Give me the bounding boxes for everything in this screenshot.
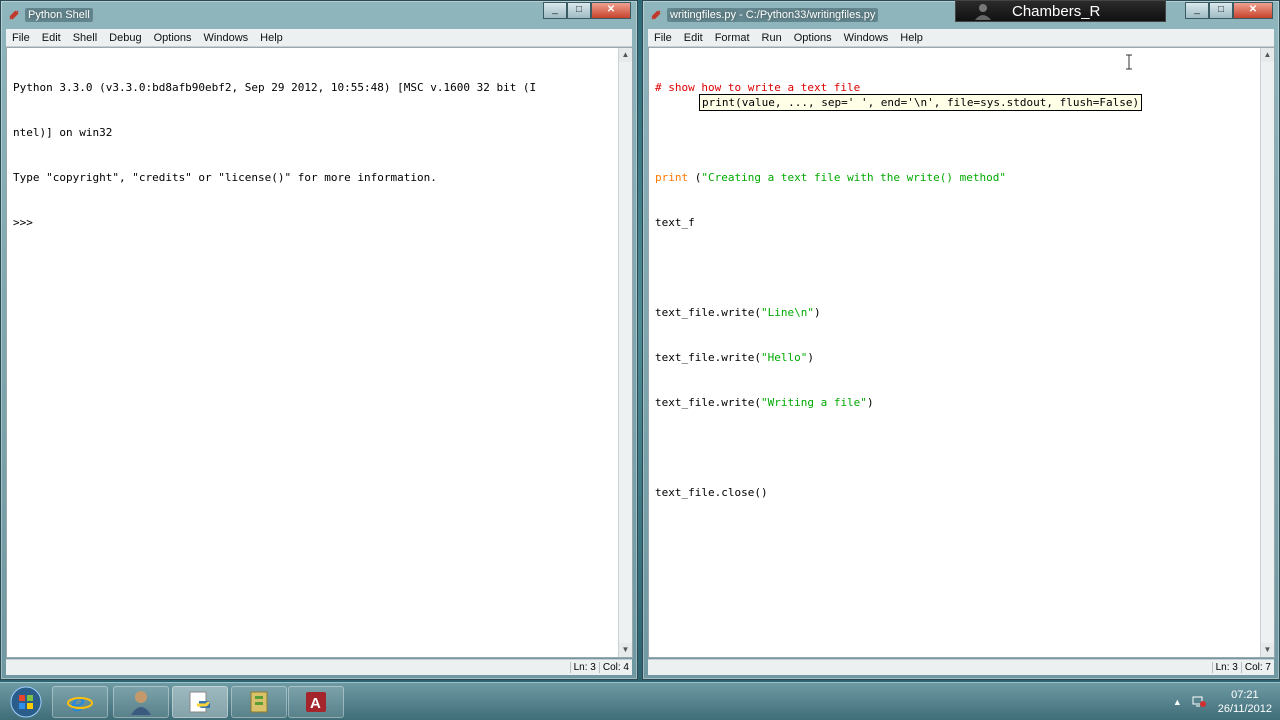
- user-avatar-icon: [968, 1, 998, 21]
- maximize-icon[interactable]: □: [1209, 2, 1233, 19]
- menu-help[interactable]: Help: [254, 32, 289, 44]
- minimize-icon[interactable]: _: [1185, 2, 1209, 19]
- network-icon[interactable]: [1192, 694, 1206, 711]
- code-paren: (: [688, 171, 702, 184]
- user-accounts-icon: [131, 691, 151, 715]
- internet-explorer-taskbar-button[interactable]: e: [52, 686, 108, 718]
- menu-file[interactable]: File: [648, 32, 678, 44]
- editor-code: # show how to write a text file print ("…: [655, 50, 1006, 530]
- editor-title: writingfiles.py - C:/Python33/writingfil…: [667, 8, 879, 22]
- minimize-icon[interactable]: _: [543, 2, 567, 19]
- shell-titlebar[interactable]: Python Shell _ □ ✕: [1, 1, 637, 29]
- code-text: text_f: [655, 216, 695, 229]
- user-name: Chambers_R: [1012, 2, 1101, 20]
- code-line: text_file.write("Writing a file"): [655, 395, 1006, 410]
- menu-options[interactable]: Options: [788, 32, 838, 44]
- code-line: text_file.close(): [655, 485, 1006, 500]
- internet-explorer-icon: e: [67, 689, 93, 715]
- code-line: # show how to write a text file: [655, 80, 1006, 95]
- maximize-icon[interactable]: □: [567, 2, 591, 19]
- show-hidden-icons-icon[interactable]: ▲: [1173, 697, 1182, 707]
- shell-line: Type "copyright", "credits" or "license(…: [13, 171, 437, 184]
- scroll-up-icon[interactable]: ▲: [619, 48, 632, 62]
- clock-date: 26/11/2012: [1217, 703, 1272, 715]
- code-string: "Hello": [760, 351, 808, 364]
- code-text: ): [866, 396, 874, 409]
- shell-statusbar: Ln: 3 Col: 4: [6, 659, 632, 675]
- status-column: Col: 7: [1240, 662, 1274, 673]
- shell-prompt: >>>: [13, 216, 40, 229]
- shell-menubar: File Edit Shell Debug Options Windows He…: [6, 29, 632, 47]
- editor-menubar: File Edit Format Run Options Windows Hel…: [648, 29, 1274, 47]
- status-line: Ln: 3: [1211, 662, 1241, 673]
- menu-shell[interactable]: Shell: [67, 32, 103, 44]
- status-column: Col: 4: [598, 662, 632, 673]
- svg-text:A: A: [310, 695, 321, 712]
- editor-statusbar: Ln: 3 Col: 7: [648, 659, 1274, 675]
- code-line: text_f: [655, 215, 1006, 230]
- code-string: "Creating a text file with the write() m…: [701, 171, 1007, 184]
- user-badge: Chambers_R: [955, 0, 1166, 22]
- scroll-down-icon[interactable]: ▼: [619, 643, 632, 657]
- start-button[interactable]: [6, 685, 46, 719]
- menu-file[interactable]: File: [6, 32, 36, 44]
- microsoft-access-taskbar-button[interactable]: A: [288, 686, 344, 718]
- shell-output: Python 3.3.0 (v3.3.0:bd8afb90ebf2, Sep 2…: [13, 50, 536, 260]
- code-line: text_file.write("Hello"): [655, 350, 1006, 365]
- shell-line: ntel)] on win32: [13, 126, 113, 139]
- code-text: text_file.write(: [655, 306, 761, 319]
- taskbar: e A ▲ 07:21 26/11/2012: [0, 682, 1280, 720]
- shell-title: Python Shell: [25, 8, 93, 22]
- shell-text-area[interactable]: Python 3.3.0 (v3.3.0:bd8afb90ebf2, Sep 2…: [6, 47, 633, 658]
- code-string: "Line\n": [760, 306, 814, 319]
- code-comment: # show how to write a text file: [655, 81, 861, 94]
- python-idle-taskbar-button[interactable]: [172, 686, 228, 718]
- status-line: Ln: 3: [569, 662, 599, 673]
- menu-windows[interactable]: Windows: [838, 32, 895, 44]
- clock-time: 07:21: [1231, 689, 1259, 701]
- svg-text:e: e: [71, 689, 85, 715]
- calltip-popup: print(value, ..., sep=' ', end='\n', fil…: [699, 94, 1143, 111]
- system-tray: ▲ 07:21 26/11/2012: [1173, 687, 1272, 717]
- code-text: text_file.write(: [655, 396, 761, 409]
- editor-scrollbar[interactable]: ▲ ▼: [1260, 48, 1274, 657]
- python-shell-window: Python Shell _ □ ✕ File Edit Shell Debug…: [0, 0, 638, 680]
- close-icon[interactable]: ✕: [591, 2, 631, 19]
- user-accounts-taskbar-button[interactable]: [113, 686, 169, 718]
- close-icon[interactable]: ✕: [1233, 2, 1273, 19]
- microsoft-access-icon: A: [306, 692, 326, 712]
- menu-debug[interactable]: Debug: [103, 32, 147, 44]
- menu-help[interactable]: Help: [894, 32, 929, 44]
- code-string: "Writing a file": [760, 396, 867, 409]
- python-idle-icon: [189, 691, 210, 713]
- shell-line: Python 3.3.0 (v3.3.0:bd8afb90ebf2, Sep 2…: [13, 81, 537, 94]
- menu-options[interactable]: Options: [148, 32, 198, 44]
- python-feather-icon: [649, 8, 663, 22]
- file-manager-taskbar-button[interactable]: [231, 686, 287, 718]
- menu-edit[interactable]: Edit: [678, 32, 709, 44]
- menu-format[interactable]: Format: [709, 32, 756, 44]
- clock[interactable]: 07:21 26/11/2012: [1218, 688, 1272, 716]
- code-text: text_file.close(): [655, 486, 768, 499]
- code-text: ): [807, 351, 814, 364]
- scroll-up-icon[interactable]: ▲: [1261, 48, 1274, 62]
- code-line: print ("Creating a text file with the wr…: [655, 170, 1006, 185]
- code-text: ): [813, 306, 821, 319]
- shell-scrollbar[interactable]: ▲ ▼: [618, 48, 632, 657]
- scroll-down-icon[interactable]: ▼: [1261, 643, 1274, 657]
- editor-text-area[interactable]: # show how to write a text file print ("…: [648, 47, 1275, 658]
- code-text: text_file.write(: [655, 351, 761, 364]
- file-manager-icon: [250, 691, 268, 713]
- text-cursor-icon: [1126, 54, 1132, 70]
- menu-run[interactable]: Run: [756, 32, 788, 44]
- code-keyword: print: [655, 171, 689, 184]
- menu-windows[interactable]: Windows: [198, 32, 255, 44]
- code-line: text_file.write("Line\n"): [655, 305, 1006, 320]
- menu-edit[interactable]: Edit: [36, 32, 67, 44]
- python-feather-icon: [7, 8, 21, 22]
